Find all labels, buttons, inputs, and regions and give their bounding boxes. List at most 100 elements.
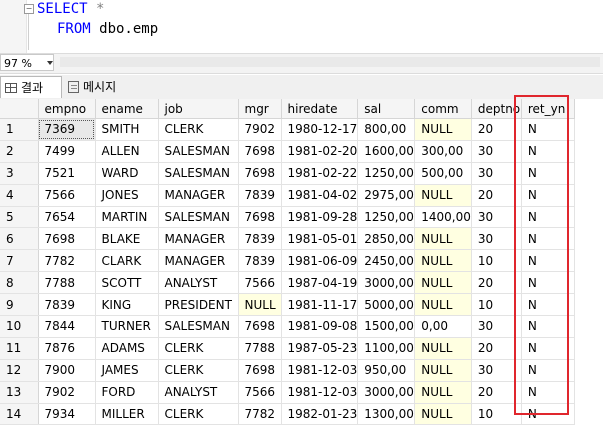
table-cell[interactable]: SMITH <box>95 118 159 141</box>
table-cell[interactable]: 20 <box>471 184 522 207</box>
table-row[interactable]: 14 7934 MILLER CLERK 7782 1982-01-23 1300,00 NU… <box>0 403 575 425</box>
table-cell[interactable]: 7566 <box>238 381 282 404</box>
table-row[interactable]: 6 7698 BLAKE MANAGER 7839 1981-05-01 2850,00 NU… <box>0 227 575 251</box>
row-number-cell[interactable]: 10 <box>0 315 39 338</box>
table-cell[interactable]: 30 <box>471 162 522 185</box>
table-cell[interactable]: 7788 <box>38 271 96 295</box>
table-cell[interactable]: SALESMAN <box>158 315 239 338</box>
collapse-icon[interactable]: − <box>24 4 34 14</box>
table-cell[interactable]: 30 <box>471 206 522 229</box>
table-cell[interactable]: 7698 <box>238 140 282 163</box>
table-cell[interactable]: 20 <box>471 271 522 295</box>
row-number-cell[interactable]: 2 <box>0 140 39 163</box>
table-cell[interactable]: KING <box>95 293 159 317</box>
table-cell[interactable]: N <box>521 337 575 360</box>
table-row[interactable]: 11 7876 ADAMS CLERK 7788 1987-05-23 1100,00 NUL… <box>0 337 575 360</box>
row-number-cell[interactable]: 4 <box>0 184 39 207</box>
row-number-cell[interactable]: 3 <box>0 162 39 185</box>
table-cell[interactable]: 7844 <box>38 315 96 338</box>
table-cell[interactable]: NULL <box>414 381 472 404</box>
table-cell[interactable]: N <box>521 184 575 207</box>
table-cell[interactable]: 1981-12-03 <box>281 381 359 404</box>
table-cell[interactable]: 7698 <box>238 359 282 382</box>
table-cell[interactable]: N <box>521 227 575 251</box>
table-cell[interactable]: N <box>521 315 575 338</box>
table-cell[interactable]: 3000,00 <box>357 271 416 295</box>
column-header[interactable]: hiredate <box>281 99 359 119</box>
table-row[interactable]: 8 7788 SCOTT ANALYST 7566 1987-04-19 3000,00 NU… <box>0 271 575 295</box>
table-row[interactable]: 2 7499 ALLEN SALESMAN 7698 1981-02-20 1600,00 3… <box>0 140 575 163</box>
row-number-header[interactable] <box>0 99 39 119</box>
table-cell[interactable]: 2450,00 <box>357 249 416 273</box>
table-cell[interactable]: 10 <box>471 293 522 317</box>
table-cell[interactable]: 30 <box>471 315 522 338</box>
table-cell[interactable]: 7369 <box>38 118 96 141</box>
table-cell[interactable]: MANAGER <box>158 249 239 273</box>
table-cell[interactable]: 1250,00 <box>357 162 416 185</box>
table-cell[interactable]: 1981-02-20 <box>281 140 359 163</box>
table-cell[interactable]: N <box>521 293 575 317</box>
table-cell[interactable]: 1981-09-28 <box>281 206 359 229</box>
table-cell[interactable]: 7900 <box>38 359 96 382</box>
column-header[interactable]: mgr <box>238 99 282 119</box>
table-cell[interactable]: MARTIN <box>95 206 159 229</box>
table-row[interactable]: 13 7902 FORD ANALYST 7566 1981-12-03 3000,00 NU… <box>0 381 575 404</box>
column-header[interactable]: empno <box>38 99 96 119</box>
table-cell[interactable]: NULL <box>414 271 472 295</box>
table-cell[interactable]: 7839 <box>238 249 282 273</box>
table-cell[interactable]: 7499 <box>38 140 96 163</box>
table-cell[interactable]: 7839 <box>238 184 282 207</box>
table-cell[interactable]: ADAMS <box>95 337 159 360</box>
table-cell[interactable]: 7698 <box>238 206 282 229</box>
table-cell[interactable]: 7839 <box>238 227 282 251</box>
table-cell[interactable]: 800,00 <box>357 118 416 141</box>
table-cell[interactable]: 1987-05-23 <box>281 337 359 360</box>
row-number-cell[interactable]: 11 <box>0 337 39 360</box>
table-cell[interactable]: 7698 <box>238 162 282 185</box>
table-cell[interactable]: 1981-12-03 <box>281 359 359 382</box>
table-cell[interactable]: 1100,00 <box>357 337 416 360</box>
table-cell[interactable]: 1981-04-02 <box>281 184 359 207</box>
table-cell[interactable]: 1980-12-17 <box>281 118 359 141</box>
table-cell[interactable]: 2850,00 <box>357 227 416 251</box>
table-cell[interactable]: JAMES <box>95 359 159 382</box>
table-cell[interactable]: 10 <box>471 403 522 425</box>
table-cell[interactable]: 500,00 <box>414 162 472 185</box>
table-cell[interactable]: 1400,00 <box>414 206 472 229</box>
table-cell[interactable]: NULL <box>414 227 472 251</box>
table-cell[interactable]: 1982-01-23 <box>281 403 359 425</box>
table-cell[interactable]: CLERK <box>158 118 239 141</box>
row-number-cell[interactable]: 5 <box>0 206 39 229</box>
table-cell[interactable]: 3000,00 <box>357 381 416 404</box>
table-cell[interactable]: 30 <box>471 359 522 382</box>
table-cell[interactable]: ALLEN <box>95 140 159 163</box>
table-cell[interactable]: N <box>521 381 575 404</box>
table-cell[interactable]: TURNER <box>95 315 159 338</box>
table-cell[interactable]: JONES <box>95 184 159 207</box>
table-cell[interactable]: 1981-02-22 <box>281 162 359 185</box>
zoom-select[interactable]: 97 % <box>0 54 54 71</box>
table-cell[interactable]: 7902 <box>238 118 282 141</box>
row-number-cell[interactable]: 12 <box>0 359 39 382</box>
table-cell[interactable]: 300,00 <box>414 140 472 163</box>
table-row[interactable]: 5 7654 MARTIN SALESMAN 7698 1981-09-28 1250,00… <box>0 206 575 229</box>
tab-messages[interactable]: 메시지 <box>64 76 136 98</box>
table-cell[interactable]: NULL <box>414 184 472 207</box>
table-row[interactable]: 7 7782 CLARK MANAGER 7839 1981-06-09 2450,00 NU… <box>0 249 575 273</box>
table-cell[interactable]: FORD <box>95 381 159 404</box>
horizontal-scrollbar[interactable] <box>60 57 600 67</box>
row-number-cell[interactable]: 6 <box>0 227 39 251</box>
table-cell[interactable]: N <box>521 271 575 295</box>
table-cell[interactable]: 1981-05-01 <box>281 227 359 251</box>
row-number-cell[interactable]: 14 <box>0 403 39 425</box>
table-cell[interactable]: N <box>521 359 575 382</box>
table-cell[interactable]: NULL <box>414 293 472 317</box>
table-cell[interactable]: 1981-09-08 <box>281 315 359 338</box>
table-cell[interactable]: NULL <box>414 403 472 425</box>
table-cell[interactable]: MANAGER <box>158 227 239 251</box>
table-cell[interactable]: ANALYST <box>158 381 239 404</box>
table-cell[interactable]: 7839 <box>38 293 96 317</box>
table-cell[interactable]: 1600,00 <box>357 140 416 163</box>
table-cell[interactable]: 7782 <box>238 403 282 425</box>
table-cell[interactable]: 7566 <box>238 271 282 295</box>
